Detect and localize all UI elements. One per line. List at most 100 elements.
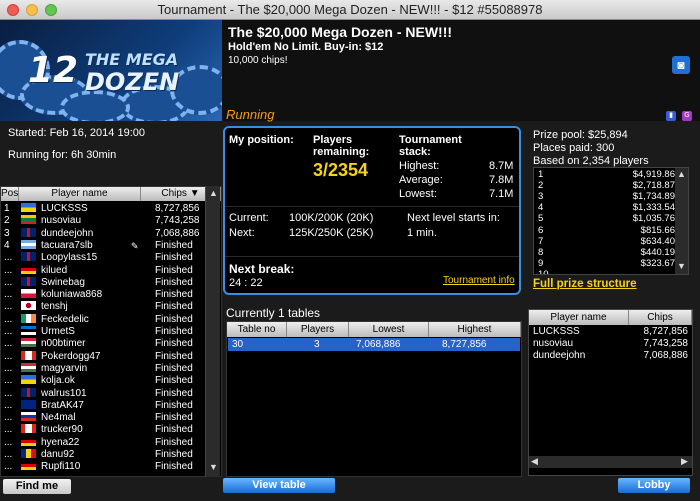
australia-flag-icon — [21, 399, 36, 409]
scroll-up-icon[interactable]: ▲ — [209, 188, 218, 198]
table-row[interactable]: 3 dundeejohn 7,068,886 — [1, 227, 206, 240]
scroll-down-icon[interactable]: ▼ — [677, 261, 686, 271]
germany-flag-icon — [21, 436, 36, 446]
g-badge-icon[interactable]: G — [682, 111, 692, 121]
tournament-game-type: Hold'em No Limit. Buy-in: $12 — [228, 41, 384, 53]
horizontal-scrollbar[interactable]: ◀ ▶ — [529, 456, 692, 468]
prize-list[interactable]: 1 $4,919.86 2 $2,718.87 3 $1,734.89 4 $1,333.54… — [533, 167, 689, 275]
minimize-window-icon[interactable] — [26, 4, 38, 16]
table-row[interactable]: ... Ne4mal Finished — [1, 412, 206, 424]
table-row[interactable]: ... walrus101 Finished — [1, 387, 206, 400]
col-header-players[interactable]: Players — [287, 322, 349, 337]
player-name-cell: Swinebag — [41, 276, 85, 288]
pos-cell: ... — [4, 264, 13, 276]
prize-place: 1 — [538, 169, 544, 180]
table-row[interactable]: ... trucker90 Finished — [1, 424, 206, 436]
prize-place: 5 — [538, 213, 544, 225]
replay-camera-icon[interactable]: ◙ — [672, 56, 690, 74]
prize-row: 8 $440.19 — [534, 247, 677, 258]
prize-place: 2 — [538, 180, 544, 192]
player-name-cell: BratAK47 — [41, 399, 84, 411]
scroll-right-icon[interactable]: ▶ — [681, 456, 688, 467]
players-list-scrollbar[interactable]: ▲ ▼ — [205, 186, 220, 477]
prize-list-scrollbar[interactable]: ▲ ▼ — [675, 168, 688, 274]
view-table-button[interactable]: View table — [223, 478, 335, 493]
pos-cell: 1 — [4, 203, 10, 214]
germany-flag-icon — [21, 461, 36, 471]
table-players-cell: 3 — [314, 339, 320, 350]
lowest-label: Lowest: — [399, 188, 437, 200]
scroll-down-icon[interactable]: ▼ — [209, 462, 218, 472]
chips-cell: Finished — [155, 264, 193, 276]
table-row[interactable]: ... BratAK47 Finished — [1, 399, 206, 412]
pos-cell: ... — [4, 375, 13, 387]
chips-cell: Finished — [155, 387, 193, 399]
col-header-table-no[interactable]: Table no — [227, 322, 287, 337]
players-list[interactable]: Pos Player name Chips ▼ 1 LUCKSSS 8,727,85… — [0, 186, 222, 477]
col-header-pos[interactable]: Pos — [1, 187, 19, 201]
stats-chart-icon[interactable]: ▮ — [666, 111, 676, 121]
tournament-info-link[interactable]: Tournament info — [443, 275, 515, 286]
lowest-value: 7.1M — [489, 188, 514, 200]
table-row[interactable]: ... Pokerdogg47 Finished — [1, 350, 206, 363]
table-row[interactable]: ... UrmetS Finished — [1, 326, 206, 338]
table-row[interactable]: ... danu92 Finished — [1, 449, 206, 461]
table-row[interactable]: ... magyarvin Finished — [1, 362, 206, 375]
note-icon[interactable]: ✎ — [131, 240, 139, 252]
table-row[interactable]: ... Swinebag Finished — [1, 276, 206, 289]
prize-place: 10 — [538, 268, 549, 275]
pos-cell: 3 — [4, 227, 10, 239]
logo-line1: THE MEGA — [85, 50, 179, 69]
tournament-time-info: Started: Feb 16, 2014 19:00 Running for:… — [0, 121, 222, 169]
chips-cell: 7,743,258 — [643, 338, 689, 349]
tables-list[interactable]: Table no Players Lowest Highest 30 3 7,0… — [226, 321, 522, 477]
table-row[interactable]: ... n00btimer Finished — [1, 338, 206, 350]
pos-cell: ... — [4, 424, 13, 436]
table-row[interactable]: LUCKSSS 8,727,856 — [529, 326, 692, 338]
player-name-cell: dundeejohn — [41, 227, 94, 239]
table-players-list[interactable]: Player name Chips LUCKSSS 8,727,856 nusovi… — [528, 309, 693, 476]
table-row[interactable]: ... Loopylass15 Finished — [1, 252, 206, 264]
table-row[interactable]: ... Rupfi110 Finished — [1, 461, 206, 473]
table-row[interactable]: nusoviau 7,743,258 — [529, 338, 692, 350]
table-row[interactable]: ... tenshj Finished — [1, 301, 206, 313]
col-header-chips[interactable]: Chips — [629, 310, 692, 325]
full-prize-structure-link[interactable]: Full prize structure — [533, 278, 637, 290]
players-remaining-value: 3/2354 — [313, 160, 369, 180]
table-row[interactable]: ... kilued Finished — [1, 264, 206, 277]
table-row[interactable]: ... Feckedelic Finished — [1, 313, 206, 326]
col-header-player-name[interactable]: Player name — [529, 310, 629, 325]
table-row[interactable]: 1 LUCKSSS 8,727,856 — [1, 203, 206, 215]
table-row[interactable]: 30 3 7,068,886 8,727,856 — [228, 338, 520, 351]
next-blinds-value: 125K/250K (25K) — [289, 227, 374, 239]
average-value: 7.8M — [489, 174, 514, 186]
close-window-icon[interactable] — [7, 4, 19, 16]
prize-amount: $323.67 — [640, 257, 675, 269]
estonia-flag-icon — [21, 326, 36, 335]
scroll-left-icon[interactable]: ◀ — [531, 456, 538, 467]
scroll-up-icon[interactable]: ▲ — [677, 169, 686, 179]
romania-flag-icon — [21, 449, 36, 458]
zoom-window-icon[interactable] — [45, 4, 57, 16]
col-header-lowest[interactable]: Lowest — [349, 322, 429, 337]
prize-amount: $815.66 — [640, 224, 675, 236]
pos-cell: ... — [4, 301, 13, 313]
prize-row: 3 $1,734.89 — [534, 191, 677, 202]
col-header-highest[interactable]: Highest — [429, 322, 521, 337]
chips-cell: 7,068,886 — [643, 350, 689, 361]
table-row[interactable]: dundeejohn 7,068,886 — [529, 350, 692, 362]
lithuania-flag-icon — [21, 215, 36, 225]
pos-cell: ... — [4, 313, 13, 325]
table-row[interactable]: ... koluniawa868 Finished — [1, 289, 206, 301]
uk-flag-icon — [21, 252, 36, 262]
col-header-player-name[interactable]: Player name — [19, 187, 141, 201]
table-row[interactable]: ... hyena22 Finished — [1, 436, 206, 449]
table-row[interactable]: ... kolja.ok Finished — [1, 375, 206, 387]
chips-cell: 7,068,886 — [155, 227, 200, 239]
lobby-button[interactable]: Lobby — [618, 478, 690, 493]
player-name-cell: koluniawa868 — [41, 289, 103, 301]
table-row[interactable]: 4 tacuara7slb Finished ✎ — [1, 239, 206, 252]
players-remaining-label: Players remaining: — [313, 134, 370, 158]
table-row[interactable]: 2 nusoviau 7,743,258 — [1, 215, 206, 227]
find-me-button[interactable]: Find me — [3, 479, 71, 494]
